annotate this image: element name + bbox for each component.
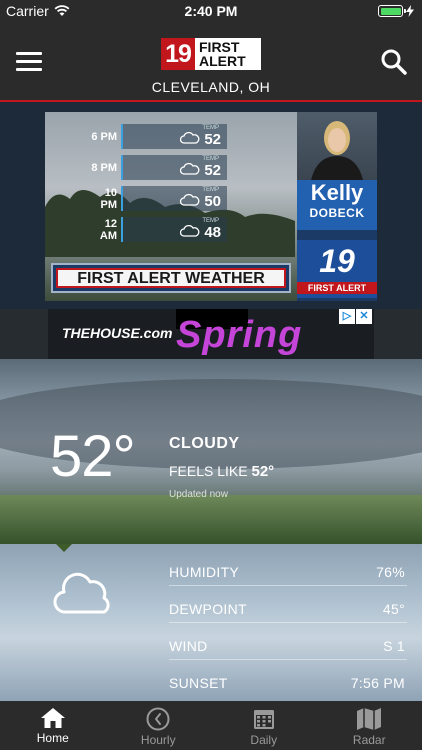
logo-line-1: FIRST bbox=[199, 39, 240, 55]
detail-row-sunset: SUNSET 7:56 PM bbox=[169, 661, 407, 697]
detail-value: 76% bbox=[376, 564, 405, 580]
presenter-silhouette bbox=[311, 121, 363, 180]
app-header: 19 FIRST ALERT CLEVELAND, OH bbox=[0, 22, 422, 102]
forecast-time: 12 AM bbox=[99, 217, 117, 242]
calendar-icon bbox=[253, 710, 274, 729]
home-icon bbox=[40, 708, 65, 728]
current-temperature: 52° bbox=[50, 424, 136, 489]
forecast-temp: 52 bbox=[204, 131, 221, 148]
app-logo: 19 FIRST ALERT bbox=[161, 38, 261, 70]
station-logo: 19 FIRST ALERT bbox=[297, 240, 377, 298]
tab-label: Hourly bbox=[140, 733, 176, 747]
pointer-notch bbox=[55, 544, 73, 552]
detail-label: HUMIDITY bbox=[169, 564, 240, 580]
cloud-icon bbox=[180, 162, 200, 175]
detail-row-dewpoint: DEWPOINT 45° bbox=[169, 587, 407, 623]
status-bar: Carrier 2:40 PM bbox=[0, 0, 422, 22]
forecast-temp-label: TEMP bbox=[202, 218, 219, 224]
detail-value: 7:56 PM bbox=[350, 675, 405, 691]
tab-home[interactable]: Home bbox=[0, 701, 106, 750]
detail-value: S 1 bbox=[383, 638, 405, 654]
forecast-row: 8 PM TEMP 52 bbox=[91, 155, 227, 180]
clock-icon bbox=[146, 707, 170, 731]
search-button[interactable] bbox=[380, 48, 408, 76]
battery-icon bbox=[378, 5, 406, 17]
forecast-temp-label: TEMP bbox=[202, 187, 219, 193]
tab-daily[interactable]: Daily bbox=[211, 701, 317, 750]
forecast-temp-label: TEMP bbox=[202, 156, 219, 162]
forecast-box: TEMP 52 bbox=[121, 155, 227, 180]
forecast-video-thumbnail[interactable]: 6 PM TEMP 52 8 PM TEMP 52 10 PM TEMP 50 … bbox=[45, 112, 377, 301]
logo-number: 19 bbox=[161, 38, 195, 70]
forecast-box: TEMP 48 bbox=[121, 217, 227, 242]
forecast-box: TEMP 50 bbox=[121, 186, 227, 211]
station-number: 19 bbox=[319, 243, 355, 279]
location-label: CLEVELAND, OH bbox=[151, 79, 271, 95]
forecast-box: TEMP 52 bbox=[121, 124, 227, 149]
ad-spring-text: Spring bbox=[176, 314, 303, 356]
forecast-time: 10 PM bbox=[100, 186, 118, 211]
forecast-temp: 52 bbox=[204, 162, 221, 179]
landscape-image bbox=[0, 495, 422, 544]
tab-hourly[interactable]: Hourly bbox=[106, 701, 212, 750]
charging-icon bbox=[406, 5, 414, 17]
feels-like: FEELS LIKE 52° bbox=[169, 463, 274, 480]
feels-like-value: 52° bbox=[251, 463, 275, 480]
logo-line-2: ALERT bbox=[199, 53, 246, 69]
detail-label: DEWPOINT bbox=[169, 601, 247, 617]
cloud-icon bbox=[180, 193, 200, 206]
detail-label: SUNSET bbox=[169, 675, 228, 691]
updated-label: Updated now bbox=[169, 489, 228, 500]
presenter-first-name: Kelly bbox=[310, 180, 364, 205]
battery-group bbox=[378, 5, 414, 17]
presenter-photo bbox=[297, 112, 377, 180]
cloud-icon bbox=[53, 572, 110, 614]
tab-radar[interactable]: Radar bbox=[317, 701, 422, 750]
detail-row-wind: WIND S 1 bbox=[169, 624, 407, 660]
forecast-temp-label: TEMP bbox=[202, 125, 219, 131]
forecast-time: 6 PM bbox=[91, 130, 117, 143]
menu-icon bbox=[16, 52, 42, 55]
weather-banner: FIRST ALERT WEATHER bbox=[51, 263, 291, 293]
ad-choices-icon[interactable]: ▷ bbox=[339, 309, 355, 324]
forecast-temp: 48 bbox=[204, 224, 221, 241]
status-time: 2:40 PM bbox=[184, 3, 238, 19]
current-conditions: 52° CLOUDY FEELS LIKE 52° Updated now bbox=[0, 359, 422, 544]
conditions-details: HUMIDITY 76% DEWPOINT 45° WIND S 1 SUNSE… bbox=[0, 544, 422, 701]
cloud-icon bbox=[180, 224, 200, 237]
presenter-name: Kelly DOBECK bbox=[297, 180, 377, 230]
condition-label: CLOUDY bbox=[169, 435, 240, 452]
forecast-time: 8 PM bbox=[91, 161, 117, 174]
tab-label: Home bbox=[36, 731, 69, 745]
logo-text: FIRST ALERT bbox=[195, 38, 261, 70]
presenter-last-name: DOBECK bbox=[309, 206, 365, 220]
ad-house-text: THEHOUSE.com bbox=[62, 325, 173, 341]
forecast-row: 6 PM TEMP 52 bbox=[91, 124, 227, 149]
ad-section: THEHOUSE.com Spring ▷ ✕ bbox=[0, 309, 422, 359]
weather-banner-text: FIRST ALERT WEATHER bbox=[56, 268, 286, 288]
forecast-rows: 6 PM TEMP 52 8 PM TEMP 52 10 PM TEMP 50 … bbox=[91, 124, 227, 248]
forecast-temp: 50 bbox=[204, 193, 221, 210]
forecast-row: 10 PM TEMP 50 bbox=[91, 186, 227, 211]
detail-row-humidity: HUMIDITY 76% bbox=[169, 550, 407, 586]
map-icon bbox=[357, 708, 382, 730]
menu-button[interactable] bbox=[16, 52, 42, 72]
cloud-icon bbox=[180, 131, 200, 144]
presenter-panel: Kelly DOBECK 19 FIRST ALERT bbox=[297, 112, 377, 301]
ad-controls: ▷ ✕ bbox=[339, 309, 372, 324]
search-icon bbox=[381, 49, 407, 75]
detail-label: WIND bbox=[169, 638, 208, 654]
tab-label: Radar bbox=[352, 733, 386, 747]
ad-close-icon[interactable]: ✕ bbox=[356, 309, 372, 324]
feels-like-label: FEELS LIKE bbox=[169, 463, 248, 479]
video-section: 6 PM TEMP 52 8 PM TEMP 52 10 PM TEMP 50 … bbox=[0, 104, 422, 309]
tab-bar: Home Hourly Daily Radar bbox=[0, 701, 422, 750]
ad-banner[interactable]: THEHOUSE.com Spring ▷ ✕ bbox=[48, 309, 374, 359]
station-brand: FIRST ALERT bbox=[297, 282, 377, 294]
tab-label: Daily bbox=[250, 733, 278, 747]
forecast-row: 12 AM TEMP 48 bbox=[91, 217, 227, 242]
detail-value: 45° bbox=[382, 601, 405, 617]
